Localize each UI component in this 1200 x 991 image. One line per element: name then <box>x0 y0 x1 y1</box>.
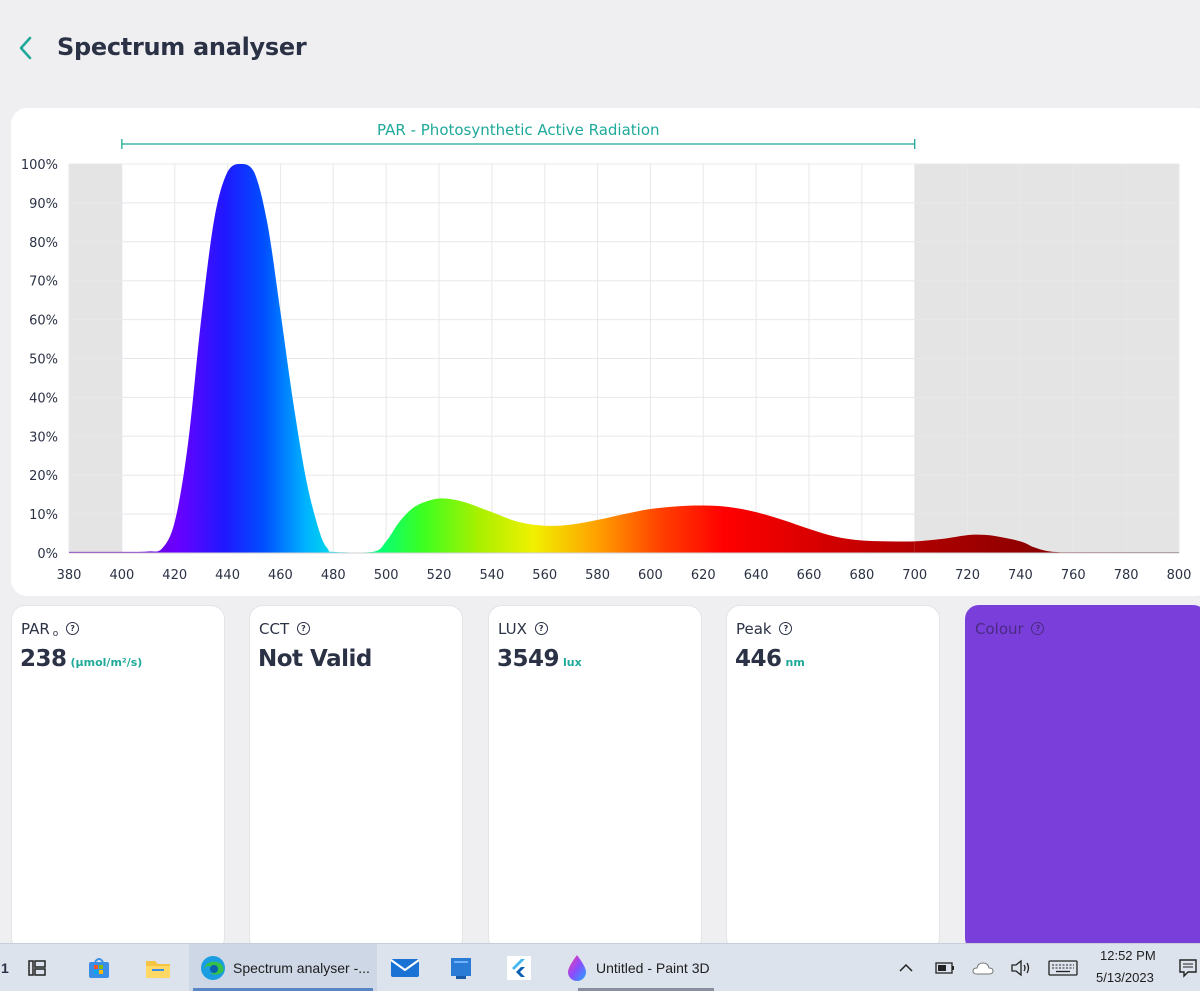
notifications-icon[interactable] <box>1178 944 1200 991</box>
par-unit: (μmol/m²/s) <box>70 656 143 669</box>
x-tick-label: 660 <box>797 568 822 583</box>
x-tick-label: 800 <box>1167 568 1192 583</box>
colour-card: Colour ? <box>965 605 1200 952</box>
cct-value: Not Valid <box>258 646 372 672</box>
onedrive-icon[interactable] <box>972 944 996 991</box>
peak-label: Peak <box>736 620 772 638</box>
y-tick-label: 70% <box>29 275 58 290</box>
x-tick-label: 580 <box>585 568 610 583</box>
y-tick-label: 50% <box>29 353 58 368</box>
x-tick-label: 560 <box>532 568 557 583</box>
mail-icon[interactable] <box>390 944 424 991</box>
x-tick-label: 780 <box>1114 568 1139 583</box>
lux-label: LUX <box>498 620 527 638</box>
y-tick-label: 80% <box>29 236 58 251</box>
start-edge-icon[interactable]: 1 <box>0 944 16 991</box>
peak-unit: nm <box>785 656 805 669</box>
par-card: PAR o ? 238 (μmol/m²/s) <box>11 605 225 952</box>
taskbar: 1 Spectrum analyser -... Untitled - Pain… <box>0 943 1200 991</box>
y-tick-label: 0% <box>37 547 58 562</box>
par-value: 238 <box>20 646 67 672</box>
lux-card: LUX ? 3549 lux <box>488 605 702 952</box>
taskbar-paint3d[interactable]: Untitled - Paint 3D <box>558 944 734 991</box>
x-tick-label: 420 <box>162 568 187 583</box>
par-range-title: PAR - Photosynthetic Active Radiation <box>377 121 659 139</box>
x-tick-label: 500 <box>374 568 399 583</box>
lux-value: 3549 <box>497 646 560 672</box>
colour-label: Colour <box>975 620 1024 638</box>
paint3d-icon <box>568 954 586 981</box>
battery-icon[interactable] <box>935 944 957 991</box>
help-icon[interactable]: ? <box>1031 622 1045 635</box>
taskbar-edge-label: Spectrum analyser -... <box>233 959 370 976</box>
y-tick-label: 40% <box>29 391 58 406</box>
spectrum-chart-card: 380 400 420 440 460 480 500 520 540 560 580 600 620 6… <box>11 108 1200 596</box>
store-icon[interactable] <box>86 944 116 991</box>
par-label-sub: o <box>52 629 59 639</box>
cct-card: CCT ? Not Valid <box>249 605 463 952</box>
edge-icon <box>201 955 225 980</box>
cct-label: CCT <box>259 620 290 638</box>
y-tick-label: 10% <box>29 508 58 523</box>
x-tick-label: 440 <box>215 568 240 583</box>
x-tick-label: 540 <box>479 568 504 583</box>
x-tick-label: 640 <box>744 568 769 583</box>
page-title: Spectrum analyser <box>57 33 307 61</box>
clock-time[interactable]: 12:52 PM <box>1100 948 1156 963</box>
task-view-icon[interactable] <box>26 944 56 991</box>
help-icon[interactable]: ? <box>296 622 310 635</box>
taskbar-paint3d-label: Untitled - Paint 3D <box>596 959 710 976</box>
app-header: Spectrum analyser <box>0 0 1200 100</box>
x-tick-label: 700 <box>902 568 927 583</box>
back-button[interactable] <box>14 30 38 66</box>
x-tick-label: 520 <box>427 568 452 583</box>
x-tick-label: 740 <box>1008 568 1033 583</box>
spectrum-chart: 380 400 420 440 460 480 500 520 540 560 580 600 620 6… <box>21 121 1192 583</box>
keyboard-icon[interactable] <box>1048 944 1080 991</box>
x-tick-label: 480 <box>321 568 346 583</box>
y-tick-label: 30% <box>29 430 58 445</box>
x-tick-label: 720 <box>955 568 980 583</box>
help-icon[interactable]: ? <box>534 622 548 635</box>
volume-icon[interactable] <box>1010 944 1034 991</box>
peak-card: Peak ? 446 nm <box>726 605 940 952</box>
x-tick-label: 380 <box>57 568 82 583</box>
file-explorer-icon[interactable] <box>144 944 174 991</box>
lux-unit: lux <box>563 656 582 669</box>
taskbar-edge-spectrum[interactable]: Spectrum analyser -... <box>189 944 377 991</box>
flutter-icon[interactable] <box>506 944 536 991</box>
chevron-up-icon[interactable] <box>898 944 918 991</box>
help-icon[interactable]: ? <box>66 622 80 635</box>
x-tick-label: 460 <box>268 568 293 583</box>
par-label: PAR <box>21 620 50 638</box>
x-tick-label: 400 <box>109 568 134 583</box>
chevron-left-icon <box>19 36 32 60</box>
y-tick-label: 100% <box>21 158 58 173</box>
y-tick-label: 20% <box>29 469 58 484</box>
x-tick-label: 760 <box>1061 568 1086 583</box>
y-tick-label: 60% <box>29 314 58 329</box>
help-icon[interactable]: ? <box>779 622 793 635</box>
x-tick-label: 620 <box>691 568 716 583</box>
x-tick-label: 600 <box>638 568 663 583</box>
x-tick-label: 680 <box>849 568 874 583</box>
blue-app-icon[interactable] <box>448 944 478 991</box>
clock-date[interactable]: 5/13/2023 <box>1096 970 1154 985</box>
peak-value: 446 <box>735 646 782 672</box>
y-tick-label: 90% <box>29 197 58 212</box>
